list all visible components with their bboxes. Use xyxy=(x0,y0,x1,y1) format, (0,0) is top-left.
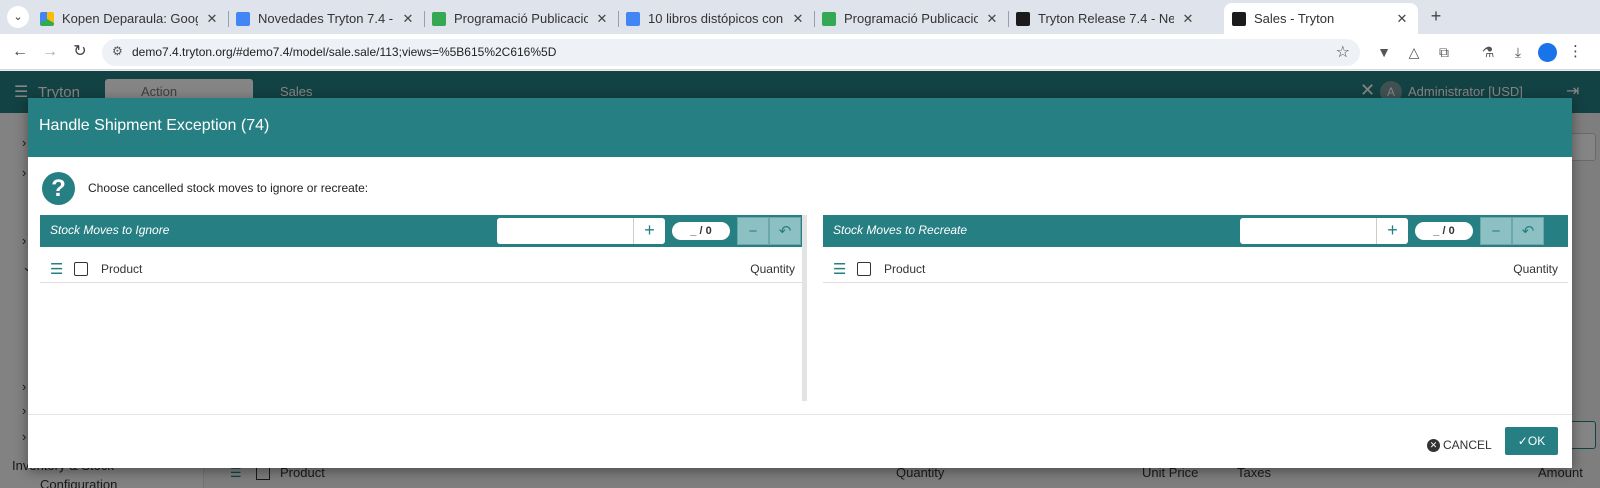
add-icon[interactable]: + xyxy=(633,218,665,244)
extensions-puzzle-icon[interactable]: ⧉ xyxy=(1434,42,1454,62)
close-icon[interactable]: ✕ xyxy=(790,11,806,27)
google-sheets-icon xyxy=(432,11,446,26)
browser-tab-bar: ⌄ Kopen Deparaula: Goog ✕ Novedades Tryt… xyxy=(0,0,1600,34)
recreate-search-input[interactable] xyxy=(1240,218,1376,244)
labs-flask-icon[interactable]: ⚗ xyxy=(1478,42,1498,62)
panel-label: Stock Moves to Ignore xyxy=(50,223,170,237)
cancel-label: CANCEL xyxy=(1443,438,1492,452)
stock-moves-recreate-panel: Stock Moves to Recreate + _ / 0 − ↶ ☰ Pr… xyxy=(823,215,1568,401)
extension-shield-icon[interactable]: ▼ xyxy=(1374,42,1394,62)
cancel-button[interactable]: ✕ CANCEL xyxy=(1427,435,1492,455)
forward-icon[interactable]: → xyxy=(38,40,62,64)
stock-moves-ignore-panel: Stock Moves to Ignore + _ / 0 − ↶ ☰ Prod… xyxy=(40,215,805,401)
more-menu-icon[interactable]: ⋮ xyxy=(1568,42,1583,60)
cancel-circle-icon: ✕ xyxy=(1427,438,1440,452)
bookmark-star-icon[interactable]: ☆ xyxy=(1336,42,1350,62)
close-icon[interactable]: ✕ xyxy=(204,11,220,27)
browser-tab[interactable]: Novedades Tryton 7.4 - D ✕ xyxy=(228,3,424,34)
tryton-icon xyxy=(1232,11,1246,26)
undo-icon[interactable]: ↶ xyxy=(769,217,801,245)
download-icon[interactable]: ⤓ xyxy=(1508,42,1528,62)
column-quantity[interactable]: Quantity xyxy=(1513,262,1558,276)
google-docs-icon xyxy=(236,11,250,26)
browser-tab[interactable]: Programació Publicacion ✕ xyxy=(814,3,1008,34)
column-product[interactable]: Product xyxy=(101,262,142,276)
site-settings-icon[interactable]: ⚙ xyxy=(112,44,123,58)
browser-tab[interactable]: Kopen Deparaula: Goog ✕ xyxy=(32,3,228,34)
grid-menu-icon[interactable]: ☰ xyxy=(50,260,63,278)
record-count-badge: _ / 0 xyxy=(672,222,730,240)
panel-toolbar: Stock Moves to Recreate + _ / 0 − ↶ xyxy=(823,215,1568,247)
close-icon[interactable]: ✕ xyxy=(1180,11,1196,27)
ignore-search-input[interactable] xyxy=(497,218,633,244)
shipment-exception-dialog: Handle Shipment Exception (74) ? Choose … xyxy=(28,98,1572,468)
browser-toolbar: ← → ↻ ⚙ demo7.4.tryton.org/#demo7.4/mode… xyxy=(0,34,1600,70)
tryton-icon xyxy=(1016,11,1030,26)
ok-button[interactable]: ✓OK xyxy=(1505,427,1558,455)
dialog-prompt: Choose cancelled stock moves to ignore o… xyxy=(88,181,369,195)
panel-toolbar: Stock Moves to Ignore + _ / 0 − ↶ xyxy=(40,215,805,247)
google-drive-icon xyxy=(40,11,54,26)
extension-mountain-icon[interactable]: △ xyxy=(1404,42,1424,62)
close-icon[interactable]: ✕ xyxy=(984,11,1000,27)
remove-icon[interactable]: − xyxy=(1480,217,1512,245)
back-icon[interactable]: ← xyxy=(8,40,32,64)
google-docs-icon xyxy=(626,11,640,26)
ok-label: OK xyxy=(1527,434,1546,448)
close-icon[interactable]: ✕ xyxy=(594,11,610,27)
add-icon[interactable]: + xyxy=(1376,218,1408,244)
tab-search-icon[interactable]: ⌄ xyxy=(7,6,29,28)
dialog-header: Handle Shipment Exception (74) xyxy=(28,98,1572,157)
close-icon[interactable]: ✕ xyxy=(400,11,416,27)
reload-icon[interactable]: ↻ xyxy=(68,40,92,64)
panel-divider xyxy=(802,215,807,401)
grid-menu-icon[interactable]: ☰ xyxy=(833,260,846,278)
select-all-checkbox[interactable] xyxy=(857,262,871,276)
ignore-grid-header: ☰ Product Quantity xyxy=(40,257,805,283)
new-tab-icon[interactable]: + xyxy=(1424,5,1448,29)
record-count-badge: _ / 0 xyxy=(1415,222,1473,240)
address-bar[interactable]: ⚙ demo7.4.tryton.org/#demo7.4/model/sale… xyxy=(102,39,1360,66)
google-sheets-icon xyxy=(822,11,836,26)
column-quantity[interactable]: Quantity xyxy=(750,262,795,276)
browser-tab[interactable]: Programació Publicacion ✕ xyxy=(424,3,618,34)
close-icon[interactable]: ✕ xyxy=(1394,11,1410,27)
dialog-title: Handle Shipment Exception (74) xyxy=(39,117,270,134)
column-product[interactable]: Product xyxy=(884,262,925,276)
profile-avatar-icon[interactable] xyxy=(1538,43,1557,62)
question-icon: ? xyxy=(42,172,75,205)
browser-tab[interactable]: Tryton Release 7.4 - New ✕ xyxy=(1008,3,1204,34)
url-text[interactable]: demo7.4.tryton.org/#demo7.4/model/sale.s… xyxy=(132,45,556,59)
browser-tab[interactable]: 10 libros distópicos con a ✕ xyxy=(618,3,814,34)
remove-icon[interactable]: − xyxy=(737,217,769,245)
recreate-grid-header: ☰ Product Quantity xyxy=(823,257,1568,283)
browser-tab-active[interactable]: Sales - Tryton ✕ xyxy=(1224,3,1418,34)
undo-icon[interactable]: ↶ xyxy=(1512,217,1544,245)
check-icon: ✓ xyxy=(1517,434,1528,448)
dialog-footer: ✕ CANCEL ✓OK xyxy=(28,414,1572,468)
panel-label: Stock Moves to Recreate xyxy=(833,223,968,237)
select-all-checkbox[interactable] xyxy=(74,262,88,276)
